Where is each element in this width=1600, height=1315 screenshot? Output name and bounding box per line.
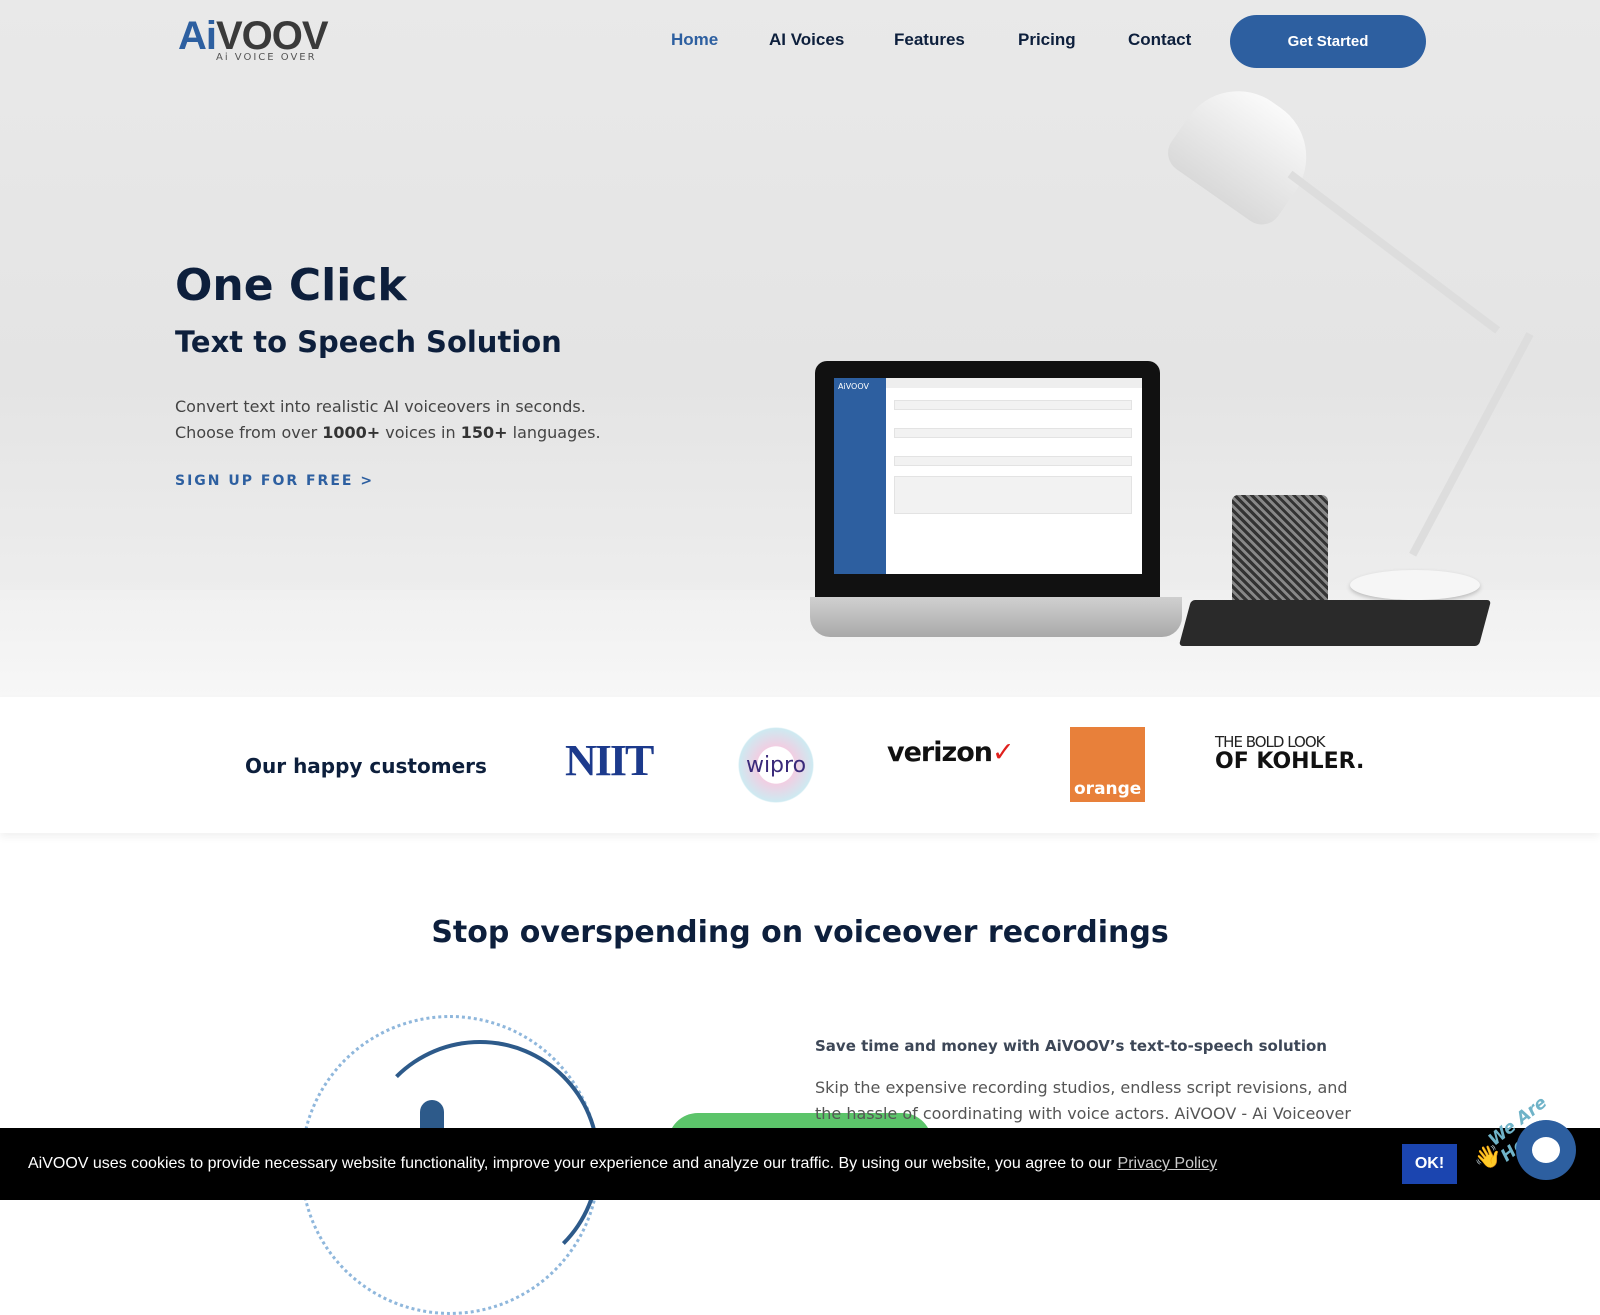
verizon-logo: verizon ✓ [887, 737, 1015, 768]
laptop-screen: AiVOOV [834, 378, 1142, 574]
waving-hand-icon: 👋 [1474, 1145, 1502, 1170]
cookie-text-wrap: AiVOOV uses cookies to provide necessary… [28, 1155, 1217, 1173]
privacy-policy-link[interactable]: Privacy Policy [1118, 1155, 1218, 1172]
section-body: Skip the expensive recording studios, en… [815, 1078, 1351, 1123]
screen-brand: AiVOOV [838, 382, 869, 391]
chat-bubble-icon [1532, 1137, 1560, 1163]
hero-title: One Click [175, 260, 407, 311]
notebook-illustration [1178, 600, 1492, 646]
get-started-button[interactable]: Get Started [1230, 15, 1426, 68]
text: languages. [507, 423, 601, 442]
niit-logo: NIIT [565, 736, 654, 785]
app-row [894, 476, 1132, 514]
hero-subtitle: Text to Speech Solution [175, 325, 562, 359]
hero-line-2: Choose from over 1000+ voices in 150+ la… [175, 420, 601, 446]
chat-widget-button[interactable] [1516, 1120, 1576, 1180]
customers-title: Our happy customers [245, 754, 487, 778]
nav-contact[interactable]: Contact [1128, 30, 1191, 50]
logo[interactable]: AiVOOV Ai VOICE OVER [178, 14, 329, 63]
verizon-text: verizon [887, 737, 993, 768]
lamp-base [1350, 570, 1480, 600]
sign-up-free-link[interactable]: SIGN UP FOR FREE > [175, 473, 374, 489]
verizon-check-icon: ✓ [991, 737, 1015, 768]
kohler-bottom: OF KOHLER. [1215, 749, 1365, 774]
nav-ai-voices[interactable]: AI Voices [769, 30, 844, 50]
app-row [894, 428, 1132, 438]
section-heading: Save time and money with AiVOOV’s text-t… [815, 1037, 1327, 1055]
app-row [894, 400, 1132, 410]
app-sidebar: AiVOOV [834, 378, 886, 574]
hero-line-1: Convert text into realistic AI voiceover… [175, 397, 586, 416]
hero-description: Convert text into realistic AI voiceover… [175, 394, 601, 446]
orange-logo: orange [1070, 727, 1145, 802]
text: voices in [380, 423, 461, 442]
laptop-base [810, 597, 1182, 637]
languages-count: 150+ [460, 423, 508, 442]
logo-ai: Ai [178, 14, 217, 58]
cookie-banner: AiVOOV uses cookies to provide necessary… [0, 1128, 1600, 1200]
logo-tagline: Ai VOICE OVER [216, 52, 317, 63]
kohler-logo: THE BOLD LOOK OF KOHLER. [1215, 732, 1365, 774]
cookie-ok-button[interactable]: OK! [1402, 1144, 1457, 1184]
nav-home[interactable]: Home [671, 30, 718, 50]
cookie-text: AiVOOV uses cookies to provide necessary… [28, 1155, 1112, 1172]
nav-pricing[interactable]: Pricing [1018, 30, 1076, 50]
nav-features[interactable]: Features [894, 30, 965, 50]
wipro-logo: wipro [728, 727, 824, 803]
customers-strip: Our happy customers NIIT wipro verizon ✓ … [0, 697, 1600, 833]
section-title: Stop overspending on voiceover recording… [431, 915, 1169, 950]
pencil-cup-illustration [1232, 495, 1328, 605]
text: Choose from over [175, 423, 323, 442]
voices-count: 1000+ [322, 423, 381, 442]
app-toolbar [886, 378, 1142, 388]
app-row [894, 456, 1132, 466]
